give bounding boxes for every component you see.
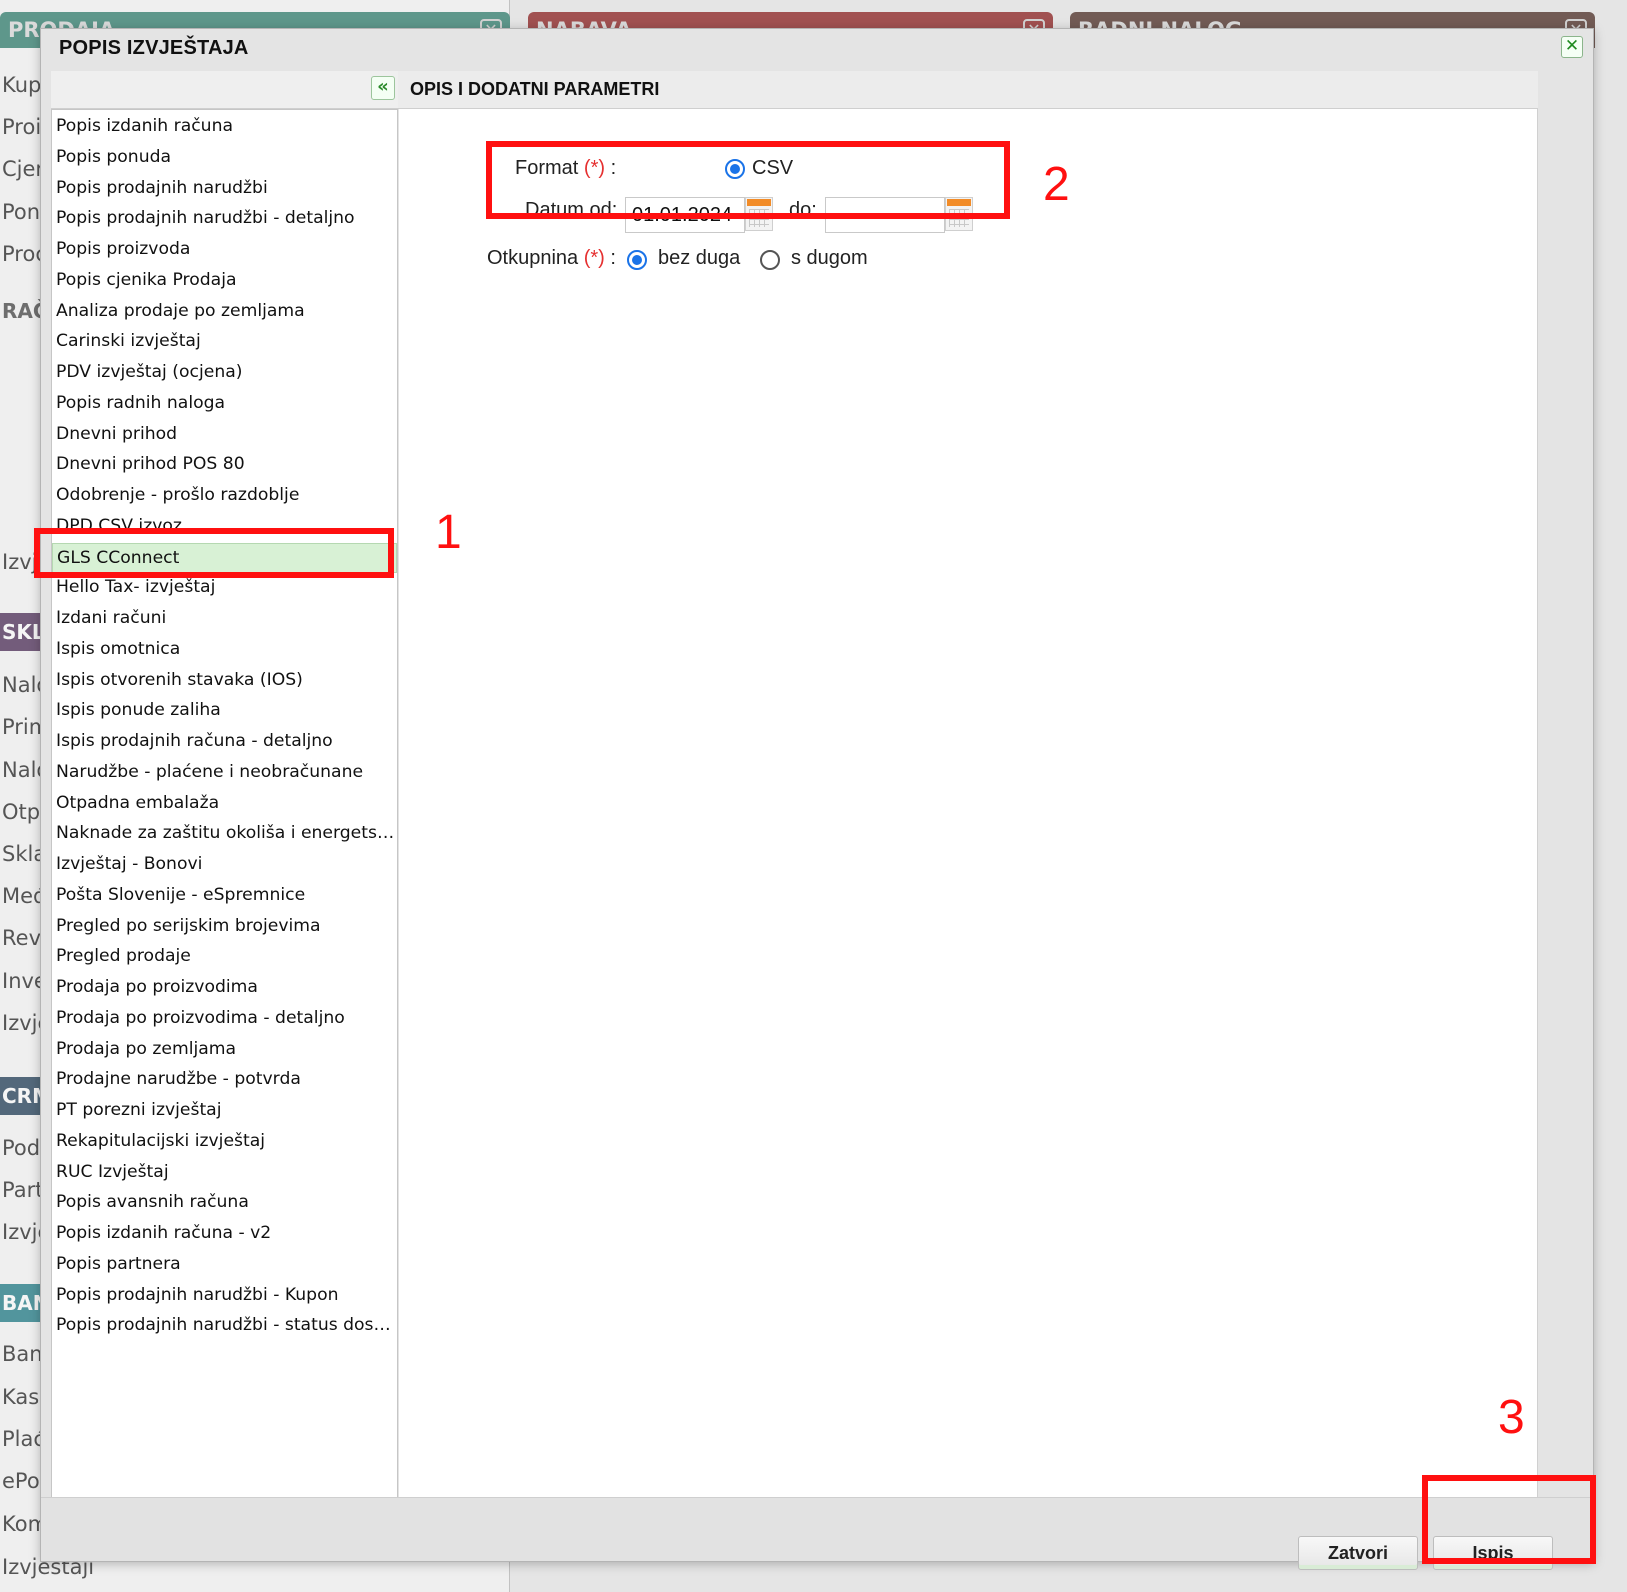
otkupnina-label: Otkupnina (*) : (487, 247, 616, 269)
report-list-item[interactable]: Analiza prodaje po zemljama (52, 297, 397, 327)
report-list-item[interactable]: Rekapitulacijski izvještaj (52, 1127, 397, 1157)
annotation-box-1 (34, 528, 394, 578)
otkupnina-bez-duga-radio[interactable] (627, 250, 647, 270)
report-list-item[interactable]: Ispis ponude zaliha (52, 696, 397, 726)
dialog-footer: Zatvori Ispis (41, 1497, 1593, 1570)
otkupnina-s-dugom-radio[interactable] (760, 250, 780, 270)
report-list-item[interactable]: Narudžbe - plaćene i neobračunane (52, 758, 397, 788)
report-list-item[interactable]: Popis ponuda (52, 143, 397, 173)
report-list-item[interactable]: Popis proizvoda (52, 235, 397, 265)
report-list-item[interactable]: RUC Izvještaj (52, 1158, 397, 1188)
report-list-item[interactable]: Naknade za zaštitu okoliša i energetsku … (52, 819, 397, 849)
report-list-item[interactable]: Popis prodajnih narudžbi - status dostav… (52, 1311, 397, 1341)
annotation-box-2 (486, 141, 1010, 219)
otkupnina-bez-duga-label: bez duga (658, 247, 741, 269)
params-title: OPIS I DODATNI PARAMETRI (410, 79, 660, 99)
zatvori-button[interactable]: Zatvori (1298, 1536, 1418, 1570)
report-list-item[interactable]: Izdani računi (52, 604, 397, 634)
report-list-item[interactable]: Prodaja po zemljama (52, 1035, 397, 1065)
report-list-item[interactable]: Dnevni prihod POS 80 (52, 450, 397, 480)
report-list-item[interactable]: PT porezni izvještaj (52, 1096, 397, 1126)
reports-dialog: POPIS IZVJEŠTAJA ✕ « Popis izdanih račun… (40, 28, 1594, 1570)
annotation-number-2: 2 (1043, 158, 1070, 211)
report-list-item[interactable]: Ispis omotnica (52, 635, 397, 665)
report-list-item[interactable]: Dnevni prihod (52, 420, 397, 450)
report-list-item[interactable]: Ispis prodajnih računa - detaljno (52, 727, 397, 757)
params-panel: Format (*) : CSV Datum od: 01.01.2024 do… (399, 109, 1538, 1523)
report-list-item[interactable]: Popis radnih naloga (52, 389, 397, 419)
report-list-item[interactable]: Pregled po serijskim brojevima (52, 912, 397, 942)
report-list-item[interactable]: Pošta Slovenije - eSpremnice (52, 881, 397, 911)
double-chevron-left-icon[interactable]: « (371, 76, 395, 100)
report-list-header: « (51, 71, 398, 109)
report-list-item[interactable]: Popis cjenika Prodaja (52, 266, 397, 296)
report-list-item[interactable]: Popis izdanih računa - v2 (52, 1219, 397, 1249)
report-list-item[interactable]: Carinski izvještaj (52, 327, 397, 357)
report-list-item[interactable]: Ispis otvorenih stavaka (IOS) (52, 666, 397, 696)
report-list-item[interactable]: Prodaja po proizvodima - detaljno (52, 1004, 397, 1034)
report-list-item[interactable]: Popis prodajnih narudžbi (52, 174, 397, 204)
report-list-item[interactable]: PDV izvještaj (ocjena) (52, 358, 397, 388)
annotation-box-3 (1422, 1475, 1596, 1564)
report-list-item[interactable]: Pregled prodaje (52, 942, 397, 972)
annotation-number-3: 3 (1498, 1391, 1525, 1444)
report-list-item[interactable]: Prodajne narudžbe - potvrda (52, 1065, 397, 1095)
report-list: Popis izdanih računa Popis ponuda Popis pr… (51, 109, 398, 1523)
params-header: OPIS I DODATNI PARAMETRI (398, 71, 1538, 109)
report-list-item[interactable]: Izvještaj - Bonovi (52, 850, 397, 880)
report-list-item[interactable]: Odobrenje - prošlo razdoblje (52, 481, 397, 511)
close-icon[interactable]: ✕ (1561, 36, 1583, 58)
report-list-item[interactable]: Otpadna embalaža (52, 789, 397, 819)
report-list-item[interactable]: Popis prodajnih narudžbi - Kupon (52, 1281, 397, 1311)
otkupnina-s-dugom-label: s dugom (791, 247, 868, 269)
report-list-item[interactable]: Popis partnera (52, 1250, 397, 1280)
annotation-number-1: 1 (435, 506, 462, 559)
report-list-item[interactable]: Prodaja po proizvodima (52, 973, 397, 1003)
dialog-title: POPIS IZVJEŠTAJA (59, 37, 249, 59)
report-list-item[interactable]: Popis izdanih računa (52, 112, 397, 142)
report-list-item[interactable]: Popis avansnih računa (52, 1188, 397, 1218)
report-list-item[interactable]: Popis prodajnih narudžbi - detaljno (52, 204, 397, 234)
